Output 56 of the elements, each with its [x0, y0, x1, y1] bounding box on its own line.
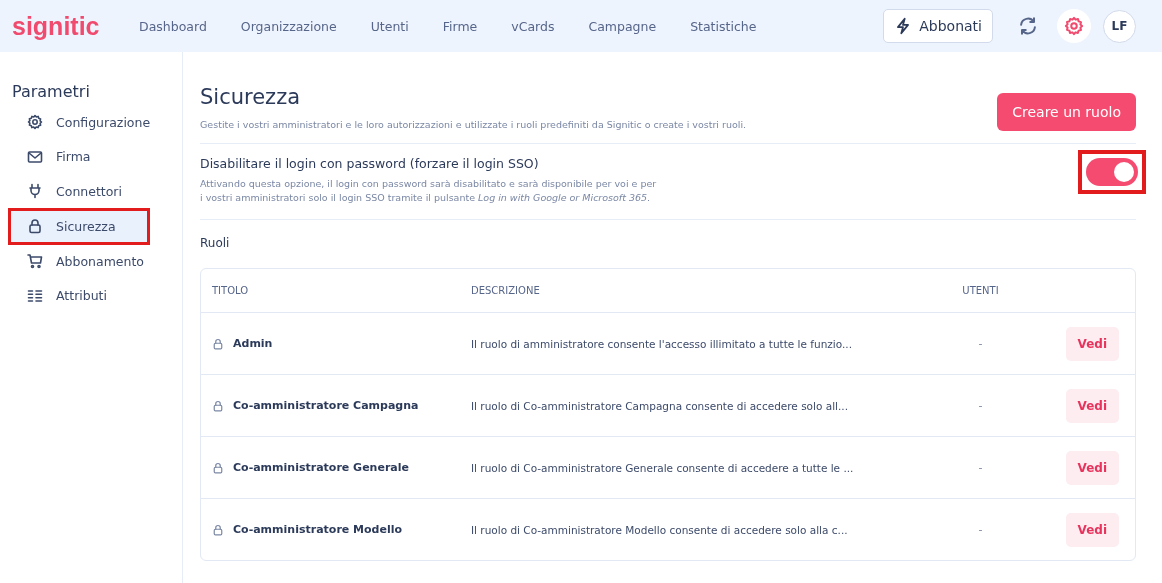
nav-link[interactable]: vCards — [494, 18, 572, 34]
page-subtitle: Gestite i vostri amministratori e le loro autorizzazioni e utilizzate i ruoli predefiniti da Signitic o create i vostri ruoli. — [200, 119, 747, 130]
users-count: - — [978, 461, 983, 474]
lock-icon — [212, 399, 224, 412]
role-title: Co-amministratore Generale — [233, 461, 409, 474]
role-description: Il ruolo di Co-amministratore Modello consente di accedere solo alla c... — [471, 523, 848, 536]
role-title: Co-amministratore Campagna — [233, 399, 419, 412]
column-header: UTENTI — [961, 285, 1000, 296]
gear-icon — [27, 114, 43, 130]
sidebar-title: Parametri — [11, 82, 91, 101]
users-count: - — [978, 337, 983, 350]
section-title: Ruoli — [200, 235, 231, 252]
refresh-icon — [1018, 16, 1038, 36]
toggle-switch[interactable] — [1086, 158, 1138, 186]
lock-icon — [27, 218, 43, 234]
nav-link[interactable]: Organizzazione — [223, 18, 354, 34]
setting-description: Attivando questa opzione, il login con password sarà disabilitato e sarà disponibile per voi e per i vostri amministratori solo il login SSO tramite il pulsante Log in with Google or Microsoft 365. — [200, 177, 658, 205]
column-header: TITOLO — [211, 285, 250, 296]
envelope-icon — [27, 148, 43, 165]
list-icon — [27, 287, 43, 304]
nav-link[interactable]: Statistiche — [673, 18, 774, 34]
role-title: Admin — [233, 337, 273, 350]
view-button[interactable]: Vedi — [1065, 450, 1119, 485]
role-description: Il ruolo di Co-amministratore Campagna consente di accedere solo all... — [471, 399, 848, 412]
lock-icon — [212, 523, 224, 536]
nav-link[interactable]: Campagne — [571, 18, 674, 34]
settings-button[interactable] — [1057, 9, 1091, 43]
sidebar-item[interactable]: Abbonamento — [8, 246, 148, 276]
users-count: - — [978, 399, 983, 412]
sidebar-item[interactable]: Connettori — [8, 176, 148, 206]
lock-icon — [212, 337, 224, 350]
nav-link[interactable]: Firme — [425, 18, 495, 34]
create-role-button[interactable]: Creare un ruolo — [997, 93, 1136, 131]
plug-icon — [27, 183, 43, 199]
sidebar-item[interactable]: Sicurezza — [8, 207, 150, 245]
subscribe-button[interactable]: Abbonati — [883, 9, 993, 43]
users-count: - — [978, 523, 983, 536]
lock-icon — [212, 461, 224, 474]
role-description: Il ruolo di Co-amministratore Generale consente di accedere a tutte le ... — [471, 461, 854, 474]
sidebar-item[interactable]: Firma — [8, 141, 148, 172]
view-button[interactable]: Vedi — [1065, 326, 1119, 361]
nav-link[interactable]: Utenti — [353, 18, 426, 34]
setting-title: Disabilitare il login con password (forzare il login SSO) — [200, 156, 540, 171]
avatar[interactable]: LF — [1103, 9, 1136, 43]
logo[interactable]: signitic — [12, 11, 127, 41]
sidebar-item[interactable]: Attributi — [8, 280, 148, 311]
view-button[interactable]: Vedi — [1065, 512, 1119, 547]
settings-icon — [1064, 16, 1084, 36]
column-header: DESCRIZIONE — [470, 285, 541, 296]
sidebar-item[interactable]: Configurazione — [8, 107, 148, 137]
nav-link[interactable]: Dashboard — [127, 18, 224, 34]
cart-icon — [27, 253, 43, 269]
role-description: Il ruolo di amministratore consente l'accesso illimitato a tutte le funzio... — [471, 337, 852, 350]
role-title: Co-amministratore Modello — [233, 523, 403, 536]
view-button[interactable]: Vedi — [1065, 388, 1119, 423]
page-title: Sicurezza — [200, 84, 302, 110]
